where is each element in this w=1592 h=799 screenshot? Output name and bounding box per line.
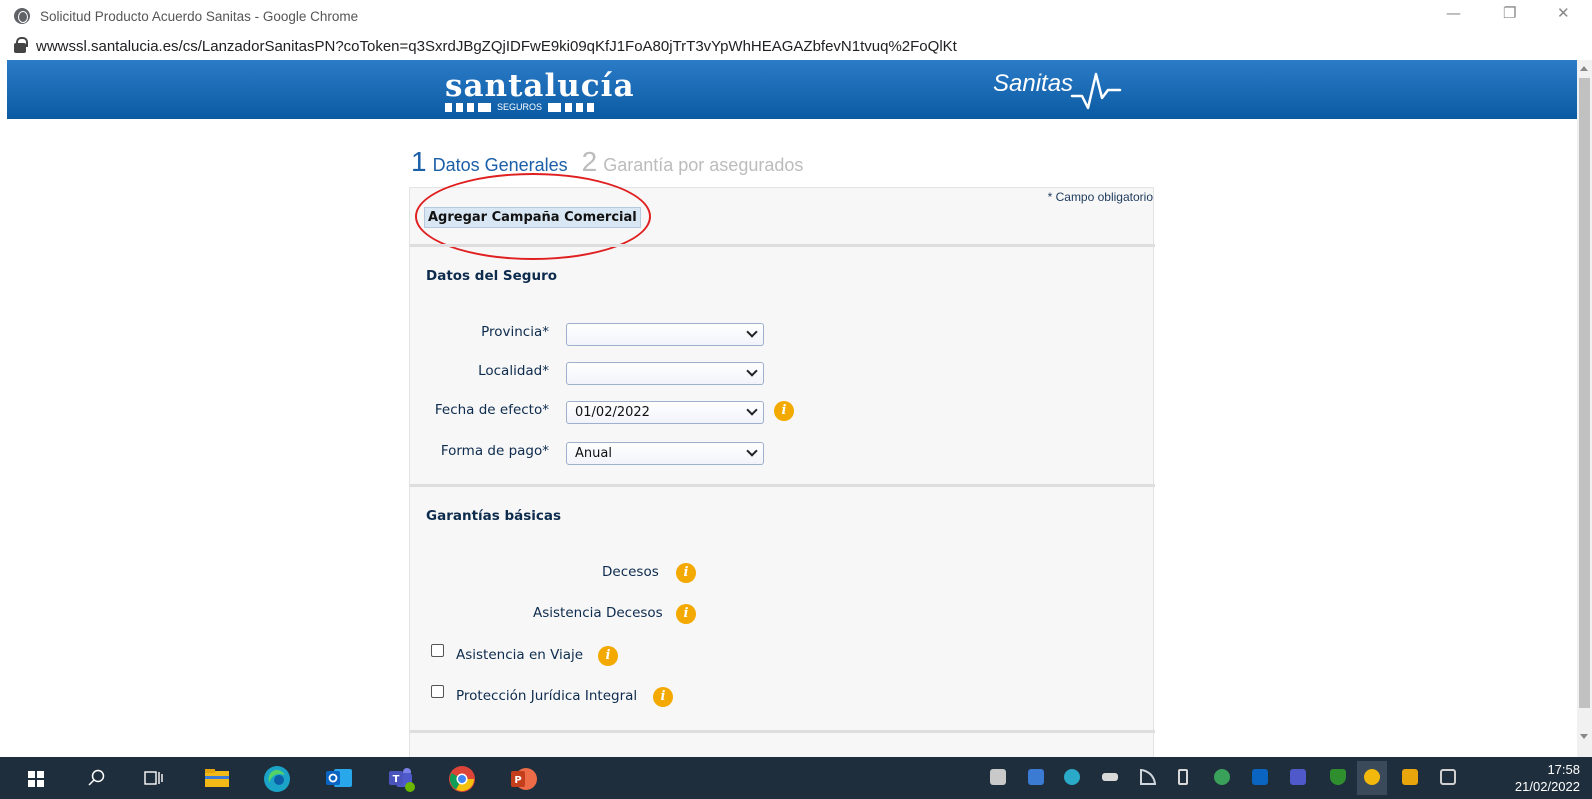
- proteccion-juridica-checkbox[interactable]: [431, 685, 444, 698]
- edge-browser-icon[interactable]: [263, 765, 291, 793]
- file-explorer-icon[interactable]: [204, 768, 230, 788]
- datos-seguro-title: Datos del Seguro: [426, 268, 558, 284]
- battery-icon[interactable]: [1102, 773, 1118, 781]
- step-label: Garantía por asegurados: [603, 155, 804, 175]
- windows-start-icon[interactable]: [28, 771, 44, 787]
- browser-title-bar: Solicitud Producto Acuerdo Sanitas - Goo…: [0, 0, 1592, 32]
- scroll-thumb[interactable]: [1579, 78, 1590, 708]
- svg-text:T: T: [393, 774, 400, 785]
- chrome-icon[interactable]: [448, 765, 476, 793]
- windows-taskbar: T P 17:58 21/02/2022: [0, 757, 1592, 799]
- forma-pago-label: Forma de pago*: [440, 443, 549, 459]
- site-header: santalucía SEGUROS Sanitas: [7, 60, 1577, 119]
- tray-security-icon[interactable]: [1402, 769, 1418, 785]
- info-icon[interactable]: i: [598, 646, 618, 666]
- forma-pago-select[interactable]: Anual: [566, 442, 764, 465]
- task-view-icon[interactable]: [144, 769, 164, 787]
- page-viewport: santalucía SEGUROS Sanitas 1 Datos Genera…: [7, 60, 1577, 757]
- shield-icon[interactable]: [1330, 769, 1346, 785]
- select-value: Anual: [575, 446, 612, 461]
- tray-teams-icon[interactable]: [1290, 769, 1306, 785]
- section-divider: [410, 484, 1155, 487]
- info-icon[interactable]: i: [774, 401, 794, 421]
- chevron-down-icon: [746, 326, 758, 338]
- info-icon[interactable]: i: [676, 604, 696, 624]
- search-icon[interactable]: [88, 769, 106, 787]
- asistencia-viaje-label[interactable]: Asistencia en Viaje: [456, 647, 583, 663]
- clock-date: 21/02/2022: [1514, 779, 1580, 794]
- localidad-select[interactable]: [566, 362, 764, 385]
- santalucia-logo-sub: SEGUROS: [445, 102, 595, 112]
- santalucia-logo[interactable]: santalucía: [445, 68, 635, 104]
- restore-button[interactable]: ❐: [1503, 4, 1516, 22]
- tray-network-error-icon[interactable]: [1028, 769, 1044, 785]
- localidad-label: Localidad*: [478, 363, 549, 379]
- provincia-label: Provincia*: [481, 324, 549, 340]
- minimize-button[interactable]: —: [1446, 4, 1461, 22]
- tray-outlook-icon[interactable]: [1252, 769, 1268, 785]
- chevron-down-icon: [746, 365, 758, 377]
- scroll-down-icon[interactable]: [1580, 734, 1588, 739]
- url-path: /cs/LanzadorSanitasPN?coToken=q3SxrdJBgZ…: [178, 37, 957, 55]
- tray-edge-icon[interactable]: [1064, 769, 1080, 785]
- taskbar-clock[interactable]: 17:58 21/02/2022: [1515, 761, 1580, 795]
- step-label: Datos Generales: [432, 155, 568, 175]
- proteccion-juridica-label[interactable]: Protección Jurídica Integral: [456, 688, 637, 704]
- heartbeat-icon: [1070, 72, 1122, 110]
- outlook-icon[interactable]: [325, 766, 353, 790]
- page-scrollbar[interactable]: [1577, 60, 1592, 757]
- wifi-icon[interactable]: [1140, 769, 1156, 785]
- add-commercial-campaign-button[interactable]: Agregar Campaña Comercial: [424, 207, 641, 228]
- tray-cloud-icon[interactable]: [1364, 769, 1380, 785]
- step-number: 1: [411, 146, 427, 177]
- fecha-efecto-label: Fecha de efecto*: [434, 402, 549, 418]
- svg-text:P: P: [514, 775, 521, 786]
- url-host: wwwssl.santalucia.es: [36, 37, 179, 55]
- tray-user-icon[interactable]: [990, 769, 1006, 785]
- form-panel: * Campo obligatorio Agregar Campaña Come…: [409, 173, 1155, 757]
- tray-globe-icon[interactable]: [1214, 769, 1230, 785]
- keyboard-icon[interactable]: [1440, 769, 1456, 785]
- section-divider: [410, 730, 1155, 733]
- url-text[interactable]: wwwssl.santalucia.es/cs/LanzadorSanitasP…: [36, 38, 957, 55]
- clock-time: 17:58: [1547, 762, 1580, 777]
- decesos-label: Decesos: [602, 564, 659, 580]
- chevron-down-icon: [746, 445, 758, 457]
- required-note: * Campo obligatorio: [1047, 190, 1153, 204]
- volume-icon[interactable]: [1178, 769, 1188, 785]
- wizard-steps: 1 Datos Generales 2 Garantía por asegurado…: [411, 146, 817, 178]
- garantias-basicas-title: Garantías básicas: [426, 508, 562, 524]
- asistencia-decesos-label: Asistencia Decesos: [533, 605, 663, 621]
- step-garantia-asegurados[interactable]: 2 Garantía por asegurados: [582, 146, 818, 178]
- window-title: Solicitud Producto Acuerdo Sanitas - Goo…: [40, 8, 359, 24]
- asistencia-viaje-checkbox[interactable]: [431, 644, 444, 657]
- lock-icon: [14, 37, 28, 53]
- globe-icon: [14, 8, 30, 24]
- provincia-select[interactable]: [566, 323, 764, 346]
- teams-icon[interactable]: T: [386, 765, 416, 793]
- section-divider: [410, 244, 1155, 247]
- info-icon[interactable]: i: [653, 687, 673, 707]
- fecha-efecto-select[interactable]: 01/02/2022: [566, 401, 764, 424]
- step-number: 2: [581, 146, 598, 177]
- sanitas-logo: Sanitas: [993, 70, 1074, 97]
- address-bar[interactable]: wwwssl.santalucia.es/cs/LanzadorSanitasP…: [0, 32, 1592, 60]
- close-button[interactable]: ✕: [1557, 4, 1570, 22]
- select-value: 01/02/2022: [575, 405, 650, 420]
- chevron-down-icon: [746, 404, 758, 416]
- info-icon[interactable]: i: [676, 563, 696, 583]
- seguros-label: SEGUROS: [497, 102, 543, 112]
- powerpoint-icon[interactable]: P: [508, 765, 538, 793]
- step-datos-generales[interactable]: 1 Datos Generales: [411, 146, 582, 178]
- scroll-up-icon[interactable]: [1580, 66, 1588, 71]
